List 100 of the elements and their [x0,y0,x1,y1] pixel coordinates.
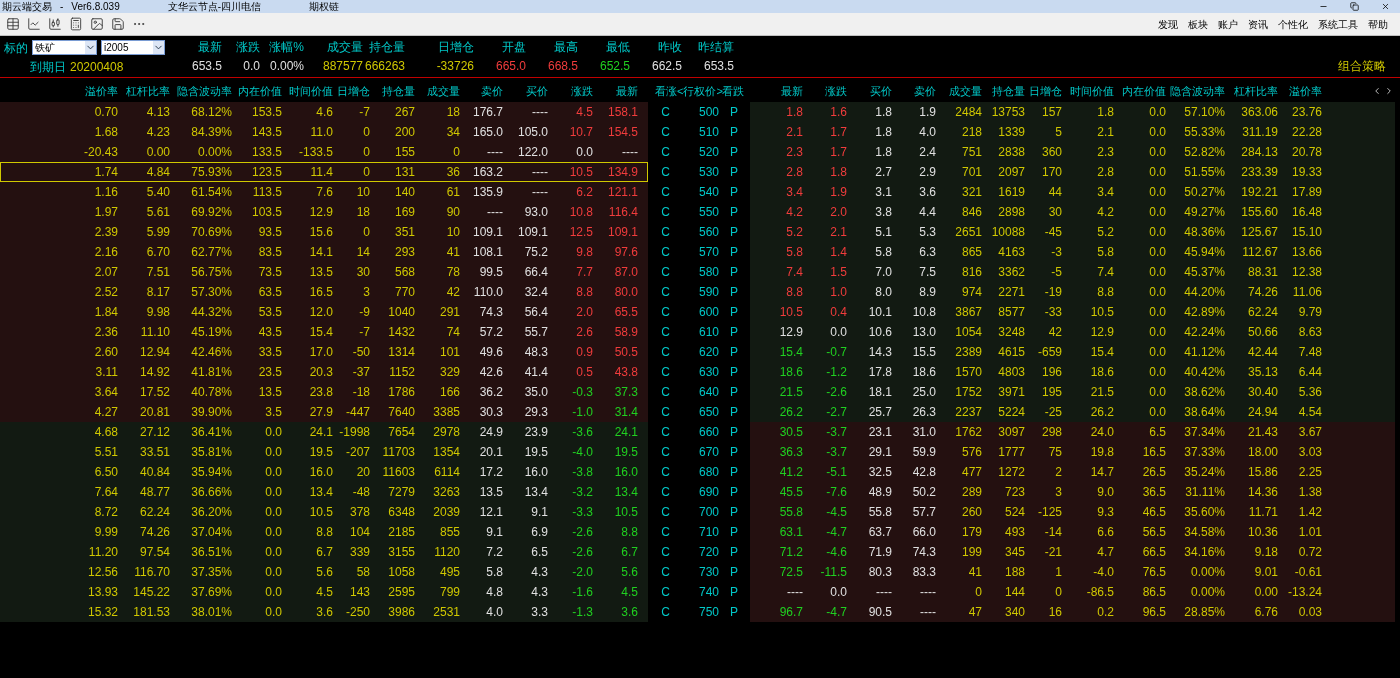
column-header[interactable]: 成交量 [936,82,982,100]
column-header[interactable]: 涨跌 [803,82,847,100]
column-header[interactable]: 日增仓 [1025,82,1062,100]
call-row[interactable]: 2.52 8.17 57.30% 63.5 16.5 3 770 42 110.0 32.4 8.8 80.0 [0,282,648,302]
call-row[interactable]: 2.60 12.94 42.46% 33.5 17.0 -50 1314 101 49.6 48.3 0.9 50.5 [0,342,648,362]
call-row[interactable]: 1.68 4.23 84.39% 143.5 11.0 0 200 34 165.0 105.0 10.7 154.5 [0,122,648,142]
call-row[interactable]: -20.43 0.00 0.00% 133.5 -133.5 0 155 0 ---- 122.0 0.0 ---- [0,142,648,162]
column-header[interactable]: 卖价 [460,82,503,100]
column-header[interactable]: 最新 [750,82,803,100]
call-row[interactable]: 1.84 9.98 44.32% 53.5 12.0 -9 1040 291 74.3 56.4 2.0 65.5 [0,302,648,322]
column-header[interactable]: 溢价率 [1278,82,1322,100]
call-row[interactable]: 7.64 48.77 36.66% 0.0 13.4 -48 7279 3263 13.5 13.4 -3.2 13.4 [0,482,648,502]
menu-item[interactable]: 账户 [1218,16,1238,32]
call-row[interactable]: 6.50 40.84 35.94% 0.0 16.0 20 11603 6114 17.2 16.0 -3.8 16.0 [0,462,648,482]
strategy-link[interactable]: 组合策略 [1338,59,1386,74]
put-row[interactable]: 63.1 -4.7 63.7 66.0 179 493 -14 6.6 56.5 34.58% 10.36 1.01 [750,522,1395,542]
column-header[interactable]: 卖价 [892,82,936,100]
put-row[interactable]: 72.5 -11.5 80.3 83.3 41 188 1 -4.0 76.5 0.00% 9.01 -0.61 [750,562,1395,582]
call-row[interactable]: 2.39 5.99 70.69% 93.5 15.6 0 351 10 109.1 109.1 12.5 109.1 [0,222,648,242]
column-header[interactable]: 涨跌 [548,82,593,100]
save-icon[interactable] [111,17,125,31]
menu-item[interactable]: 系统工具 [1318,16,1358,32]
table-cell-text: 112.67 [1241,244,1278,261]
column-header[interactable]: <行权价> [677,82,722,100]
call-row[interactable]: 11.20 97.54 36.51% 0.0 6.7 339 3155 1120 7.2 6.5 -2.6 6.7 [0,542,648,562]
menu-item[interactable]: 资讯 [1248,16,1268,32]
menu-item[interactable]: 帮助 [1368,16,1388,32]
column-header[interactable]: 内在价值 [1114,82,1166,100]
restore-icon[interactable] [1350,2,1359,11]
call-row[interactable]: 2.16 6.70 62.77% 83.5 14.1 14 293 41 108.1 75.2 9.8 97.6 [0,242,648,262]
table-icon[interactable] [6,17,20,31]
call-row[interactable]: 12.56 116.70 37.35% 0.0 5.6 58 1058 495 5.8 4.3 -2.0 5.6 [0,562,648,582]
call-row[interactable]: 2.07 7.51 56.75% 73.5 13.5 30 568 78 99.5 66.4 7.7 87.0 [0,262,648,282]
call-row[interactable]: 1.97 5.61 69.92% 103.5 12.9 18 169 90 ---- 93.0 10.8 116.4 [0,202,648,222]
call-row[interactable]: 4.27 20.81 39.90% 3.5 27.9 -447 7640 3385 30.3 29.3 -1.0 31.4 [0,402,648,422]
product-select[interactable]: 铁矿 [32,40,97,55]
put-row[interactable]: 10.5 0.4 10.1 10.8 3867 8577 -33 10.5 0.0 42.89% 62.24 9.79 [750,302,1395,322]
column-header[interactable]: 买价 [847,82,892,100]
call-row[interactable]: 5.51 33.51 35.81% 0.0 19.5 -207 11703 1354 20.1 19.5 -4.0 19.5 [0,442,648,462]
put-row[interactable]: 2.3 1.7 1.8 2.4 751 2838 360 2.3 0.0 52.82% 284.13 20.78 [750,142,1395,162]
put-row[interactable]: ---- 0.0 ---- ---- 0 144 0 -86.5 86.5 0.00% 0.00 -13.24 [750,582,1395,602]
put-row[interactable]: 5.2 2.1 5.1 5.3 2651 10088 -45 5.2 0.0 48.36% 125.67 15.10 [750,222,1395,242]
put-row[interactable]: 21.5 -2.6 18.1 25.0 1752 3971 195 21.5 0.0 38.62% 30.40 5.36 [750,382,1395,402]
put-row[interactable]: 1.8 1.6 1.8 1.9 2484 13753 157 1.8 0.0 57.10% 363.06 23.76 [750,102,1395,122]
picture-icon[interactable] [90,17,104,31]
call-row[interactable]: 3.11 14.92 41.81% 23.5 20.3 -37 1152 329 42.6 41.4 0.5 43.8 [0,362,648,382]
put-row[interactable]: 3.4 1.9 3.1 3.6 321 1619 44 3.4 0.0 50.27% 192.21 17.89 [750,182,1395,202]
put-row[interactable]: 2.8 1.8 2.7 2.9 701 2097 170 2.8 0.0 51.55% 233.39 19.33 [750,162,1395,182]
column-header[interactable]: 看涨 [648,82,677,100]
put-row[interactable]: 7.4 1.5 7.0 7.5 816 3362 -5 7.4 0.0 45.37% 88.31 12.38 [750,262,1395,282]
contract-select[interactable]: i2005 [101,40,165,55]
put-row[interactable]: 4.2 2.0 3.8 4.4 846 2898 30 4.2 0.0 49.27% 155.60 16.48 [750,202,1395,222]
put-row[interactable]: 2.1 1.7 1.8 4.0 218 1339 5 2.1 0.0 55.33% 311.19 22.28 [750,122,1395,142]
menu-item[interactable]: 板块 [1188,16,1208,32]
call-row[interactable]: 3.64 17.52 40.78% 13.5 23.8 -18 1786 166 36.2 35.0 -0.3 37.3 [0,382,648,402]
column-header[interactable]: 隐含波动率 [170,82,232,100]
put-row[interactable]: 41.2 -5.1 32.5 42.8 477 1272 2 14.7 26.5 35.24% 15.86 2.25 [750,462,1395,482]
call-row[interactable]: 8.72 62.24 36.20% 0.0 10.5 378 6348 2039 12.1 9.1 -3.3 10.5 [0,502,648,522]
put-row[interactable]: 96.7 -4.7 90.5 ---- 47 340 16 0.2 96.5 28.85% 6.76 0.03 [750,602,1395,622]
column-header[interactable]: 溢价率 [0,82,118,100]
calculator-icon[interactable] [69,17,83,31]
put-row[interactable]: 12.9 0.0 10.6 13.0 1054 3248 42 12.9 0.0 42.24% 50.66 8.63 [750,322,1395,342]
column-header[interactable]: 时间价值 [282,82,333,100]
call-row[interactable]: 13.93 145.22 37.69% 0.0 4.5 143 2595 799 4.8 4.3 -1.6 4.5 [0,582,648,602]
column-header[interactable]: 持仓量 [370,82,415,100]
column-header[interactable]: 持仓量 [982,82,1025,100]
put-row[interactable]: 71.2 -4.6 71.9 74.3 199 345 -21 4.7 66.5 34.16% 9.18 0.72 [750,542,1395,562]
call-row[interactable]: 1.74 4.84 75.93% 123.5 11.4 0 131 36 163.2 ---- 10.5 134.9 [0,162,648,182]
menu-item[interactable]: 发现 [1158,16,1178,32]
put-row[interactable]: 55.8 -4.5 55.8 57.7 260 524 -125 9.3 46.5 35.60% 11.71 1.42 [750,502,1395,522]
menu-item[interactable]: 个性化 [1278,16,1308,32]
put-row[interactable]: 30.5 -3.7 23.1 31.0 1762 3097 298 24.0 6.5 37.34% 21.43 3.67 [750,422,1395,442]
line-chart-icon[interactable] [27,17,41,31]
call-row[interactable]: 4.68 27.12 36.41% 0.0 24.1 -1998 7654 2978 24.9 23.9 -3.6 24.1 [0,422,648,442]
put-row[interactable]: 36.3 -3.7 29.1 59.9 576 1777 75 19.8 16.5 37.33% 18.00 3.03 [750,442,1395,462]
scroll-left-icon[interactable] [1372,86,1382,96]
put-row[interactable]: 15.4 -0.7 14.3 15.5 2389 4615 -659 15.4 0.0 41.12% 42.44 7.48 [750,342,1395,362]
put-row[interactable]: 8.8 1.0 8.0 8.9 974 2271 -19 8.8 0.0 44.20% 74.26 11.06 [750,282,1395,302]
call-row[interactable]: 1.16 5.40 61.54% 113.5 7.6 10 140 61 135.9 ---- 6.2 121.1 [0,182,648,202]
column-header[interactable]: 最新 [593,82,638,100]
call-row[interactable]: 9.99 74.26 37.04% 0.0 8.8 104 2185 855 9.1 6.9 -2.6 8.8 [0,522,648,542]
column-header[interactable]: 成交量 [415,82,460,100]
column-header[interactable]: 看跌 [722,82,750,100]
column-header[interactable]: 日增仓 [333,82,370,100]
column-header[interactable]: 时间价值 [1062,82,1114,100]
call-row[interactable]: 2.36 11.10 45.19% 43.5 15.4 -7 1432 74 57.2 55.7 2.6 58.9 [0,322,648,342]
column-header[interactable]: 买价 [503,82,548,100]
put-row[interactable]: 45.5 -7.6 48.9 50.2 289 723 3 9.0 36.5 31.11% 14.36 1.38 [750,482,1395,502]
candlestick-icon[interactable] [48,17,62,31]
close-icon[interactable] [1381,2,1390,11]
put-row[interactable]: 26.2 -2.7 25.7 26.3 2237 5224 -25 26.2 0.0 38.64% 24.94 4.54 [750,402,1395,422]
scroll-right-icon[interactable] [1384,86,1394,96]
call-row[interactable]: 15.32 181.53 38.01% 0.0 3.6 -250 3986 2531 4.0 3.3 -1.3 3.6 [0,602,648,622]
column-header[interactable]: 隐含波动率 [1166,82,1225,100]
column-header[interactable]: 内在价值 [232,82,282,100]
put-row[interactable]: 5.8 1.4 5.8 6.3 865 4163 -3 5.8 0.0 45.94% 112.67 13.66 [750,242,1395,262]
column-header[interactable]: 杠杆比率 [118,82,170,100]
call-row[interactable]: 0.70 4.13 68.12% 153.5 4.6 -7 267 18 176.7 ---- 4.5 158.1 [0,102,648,122]
put-row[interactable]: 18.6 -1.2 17.8 18.6 1570 4803 196 18.6 0.0 40.42% 35.13 6.44 [750,362,1395,382]
column-header[interactable]: 杠杆比率 [1225,82,1278,100]
